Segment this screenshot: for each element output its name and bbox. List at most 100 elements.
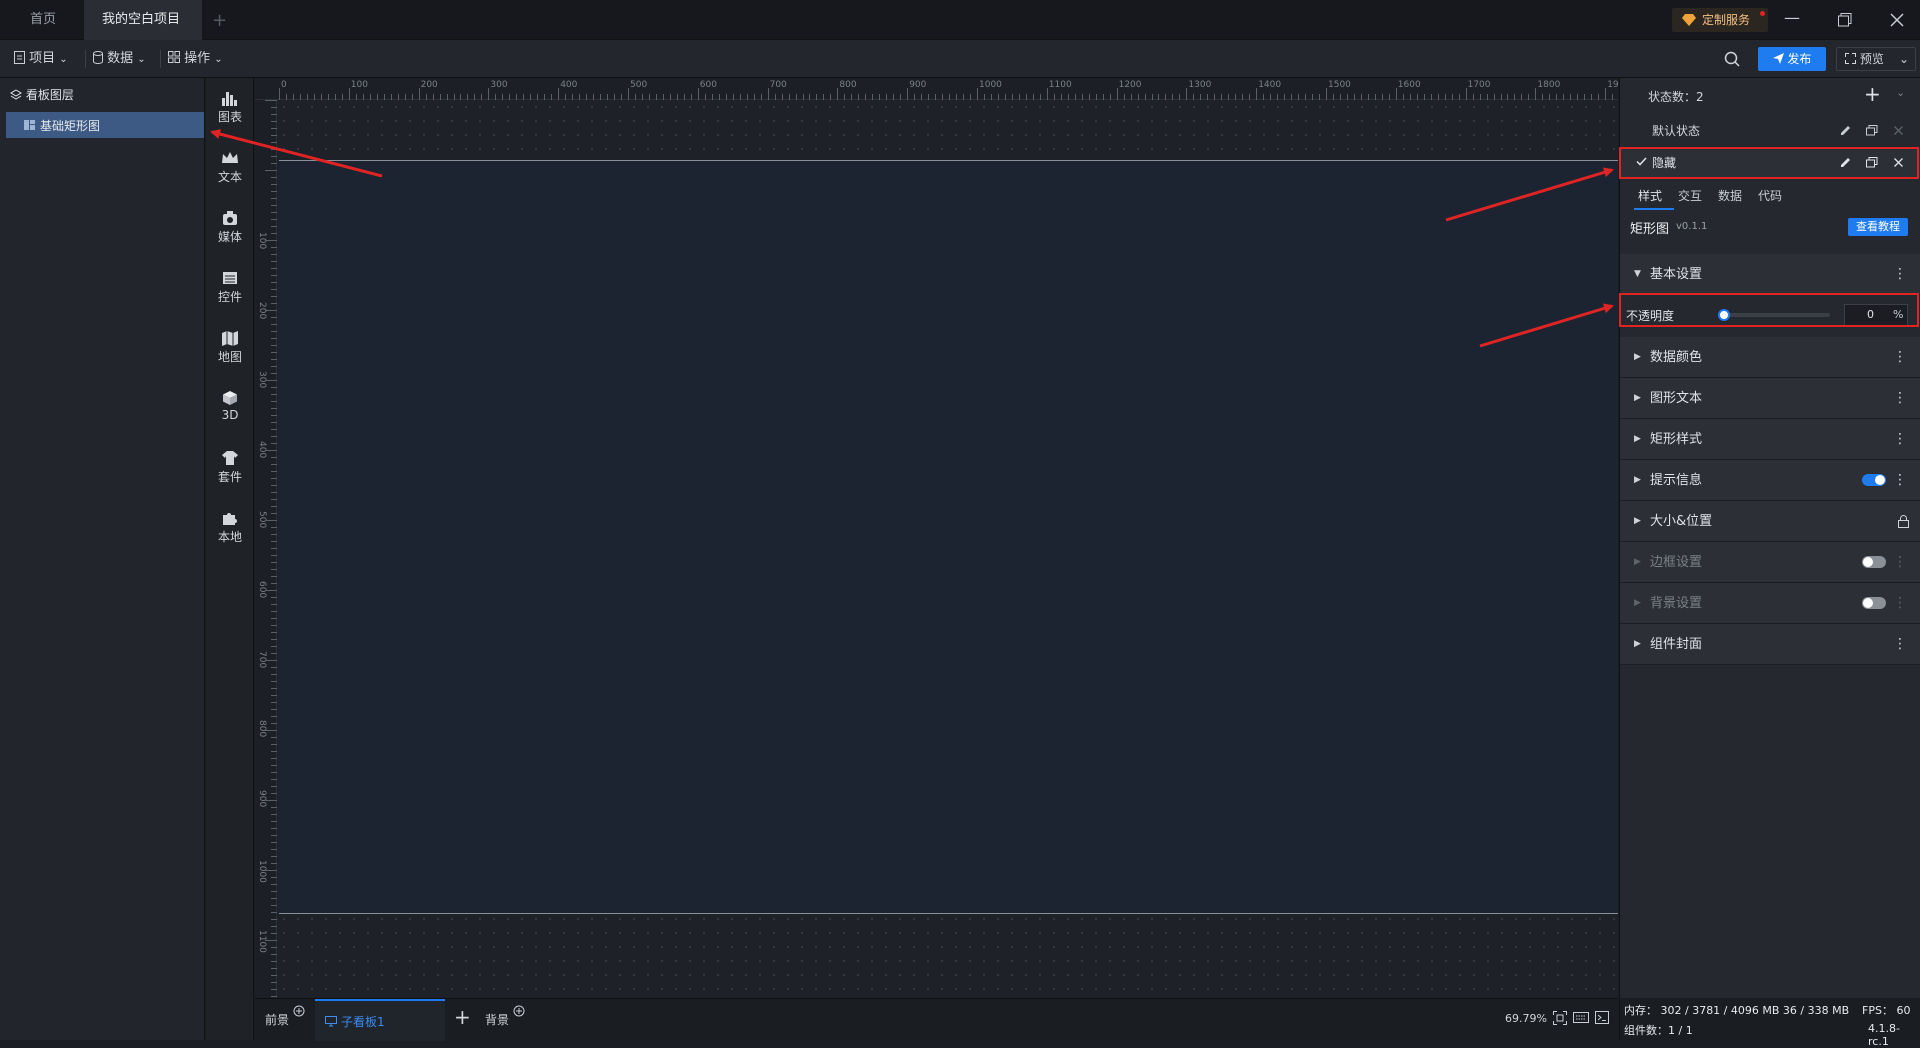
section-row[interactable]: ▶ 大小&位置 <box>1620 501 1920 542</box>
toggle-knob <box>1863 557 1873 567</box>
tab-home[interactable]: 首页 <box>12 0 74 40</box>
zoom-level[interactable]: 69.79% <box>1505 1012 1547 1025</box>
section-toggle[interactable] <box>1862 474 1886 486</box>
section-basic-settings[interactable]: ▼ 基本设置 ⋮ <box>1620 254 1920 295</box>
fullscreen-icon <box>1845 53 1856 64</box>
add-background-icon[interactable] <box>513 1005 525 1017</box>
ruler-tick <box>348 88 350 100</box>
ruler-tick <box>837 88 839 100</box>
foreground-tab[interactable]: 前景 <box>265 1011 289 1028</box>
ruler-tick <box>265 590 277 591</box>
section-row[interactable]: ▶ 组件封面 ⋮ <box>1620 624 1920 665</box>
tab-interaction[interactable]: 交互 <box>1678 187 1702 204</box>
dashboard-board[interactable] <box>279 160 1618 914</box>
category-chart[interactable]: 图表 <box>206 90 254 125</box>
fps-status: FPS： 60 <box>1862 1004 1911 1017</box>
data-menu-button[interactable]: 数据 ⌄ <box>93 40 146 78</box>
ruler-tick <box>265 520 277 521</box>
delete-icon[interactable] <box>1894 126 1903 135</box>
section-toggle[interactable] <box>1862 556 1886 568</box>
layer-item[interactable]: 基础矩形图 <box>6 112 204 138</box>
project-menu-button[interactable]: 项目 ⌄ <box>14 40 68 78</box>
tab-data[interactable]: 数据 <box>1718 187 1742 204</box>
category-suite[interactable]: 套件 <box>206 450 254 485</box>
section-toggle[interactable] <box>1862 597 1886 609</box>
crown-icon <box>222 152 238 163</box>
restore-icon[interactable] <box>1838 13 1852 27</box>
publish-label: 发布 <box>1787 52 1812 66</box>
add-foreground-icon[interactable] <box>293 1005 305 1017</box>
lock-icon[interactable] <box>1898 515 1909 528</box>
chevron-down-icon[interactable]: ⌄ <box>1896 86 1905 99</box>
state-count: 状态数：2 <box>1648 90 1704 104</box>
ruler-left-label: 1100 <box>257 929 267 953</box>
tutorial-button[interactable]: 查看教程 <box>1848 218 1908 236</box>
category-local[interactable]: 本地 <box>206 510 254 545</box>
background-tab[interactable]: 背景 <box>485 1011 509 1028</box>
category-widget[interactable]: 控件 <box>206 270 254 305</box>
search-icon[interactable] <box>1724 51 1740 67</box>
add-state-icon[interactable]: + <box>1864 82 1881 106</box>
copy-icon[interactable] <box>1866 125 1878 136</box>
more-vertical-icon[interactable]: ⋮ <box>1893 337 1907 378</box>
memory-status: 内存： 302 / 3781 / 4096 MB 36 / 338 MB <box>1624 1004 1850 1017</box>
preview-button[interactable]: 预览 ⌄ <box>1836 47 1916 71</box>
annotation-box-opacity <box>1619 293 1919 327</box>
more-vertical-icon[interactable]: ⋮ <box>1893 419 1907 460</box>
widget-icon <box>223 272 237 284</box>
more-vertical-icon[interactable]: ⋮ <box>1893 460 1907 501</box>
category-media[interactable]: 媒体 <box>206 210 254 245</box>
ruler-tick <box>1116 88 1118 100</box>
custom-service-label: 定制服务 <box>1702 13 1751 27</box>
category-label: 图表 <box>217 110 242 124</box>
more-vertical-icon[interactable]: ⋮ <box>1893 542 1907 583</box>
section-row[interactable]: ▶ 图形文本 ⋮ <box>1620 378 1920 419</box>
ruler-tick <box>1326 88 1327 100</box>
more-vertical-icon[interactable]: ⋮ <box>1893 624 1907 665</box>
tab-style[interactable]: 样式 <box>1638 187 1662 204</box>
sub-board-label: 子看板1 <box>341 1015 385 1029</box>
ruler-top-label: 800 <box>839 80 857 90</box>
chevron-down-icon[interactable]: ⌄ <box>1899 48 1909 70</box>
section-row[interactable]: ▶ 背景设置 ⋮ <box>1620 583 1920 624</box>
more-vertical-icon[interactable]: ⋮ <box>1893 583 1907 624</box>
tab-bar: 首页 我的空白项目 + 定制服务 — <box>0 0 1920 64</box>
ruler-tick <box>1465 88 1467 100</box>
grid-icon <box>168 51 180 63</box>
add-tab-icon[interactable]: + <box>212 10 227 31</box>
tab-project[interactable]: 我的空白项目 <box>84 0 202 64</box>
ruler-top-label: 100 <box>350 80 368 90</box>
section-row[interactable]: ▶ 数据颜色 ⋮ <box>1620 337 1920 378</box>
properties-panel: 状态数：2 + ⌄ 默认状态 隐藏 样式 交互 数据 代码 矩形图 v0.1.1… <box>1619 78 1920 998</box>
publish-button[interactable]: 发布 <box>1758 47 1826 71</box>
terminal-icon[interactable] <box>1595 1011 1609 1024</box>
more-vertical-icon[interactable]: ⋮ <box>1893 254 1907 295</box>
ruler-tick <box>265 730 277 731</box>
minimize-icon[interactable]: — <box>1784 8 1800 27</box>
category-map[interactable]: 地图 <box>206 330 254 365</box>
keyboard-icon[interactable] <box>1573 1012 1589 1023</box>
custom-service-button[interactable]: 定制服务 <box>1672 8 1768 32</box>
layers-panel: 看板图层 基础矩形图 <box>0 78 205 1040</box>
section-row[interactable]: ▶ 提示信息 ⋮ <box>1620 460 1920 501</box>
tab-code[interactable]: 代码 <box>1758 187 1782 204</box>
category-label: 控件 <box>217 290 242 304</box>
sub-board-tab[interactable]: 子看板1 <box>315 999 445 1041</box>
fit-screen-icon[interactable] <box>1553 1011 1567 1025</box>
cube-icon <box>223 391 237 405</box>
operate-menu-label: 操作 <box>184 51 211 66</box>
ruler-top-label: 1000 <box>979 80 1002 90</box>
ruler-top-label: 700 <box>769 80 787 90</box>
treemap-icon <box>24 120 35 130</box>
edit-icon[interactable] <box>1840 125 1851 136</box>
add-board-icon[interactable]: + <box>454 1005 471 1029</box>
section-row[interactable]: ▶ 边框设置 ⋮ <box>1620 542 1920 583</box>
category-text[interactable]: 文本 <box>206 150 254 185</box>
category-3d[interactable]: 3D <box>206 390 254 422</box>
section-row[interactable]: ▶ 矩形样式 ⋮ <box>1620 419 1920 460</box>
project-menu-label: 项目 <box>29 51 56 66</box>
operate-menu-button[interactable]: 操作 ⌄ <box>168 40 223 78</box>
more-vertical-icon[interactable]: ⋮ <box>1893 378 1907 419</box>
close-window-icon[interactable] <box>1890 13 1904 27</box>
default-state-row[interactable]: 默认状态 <box>1620 115 1920 145</box>
